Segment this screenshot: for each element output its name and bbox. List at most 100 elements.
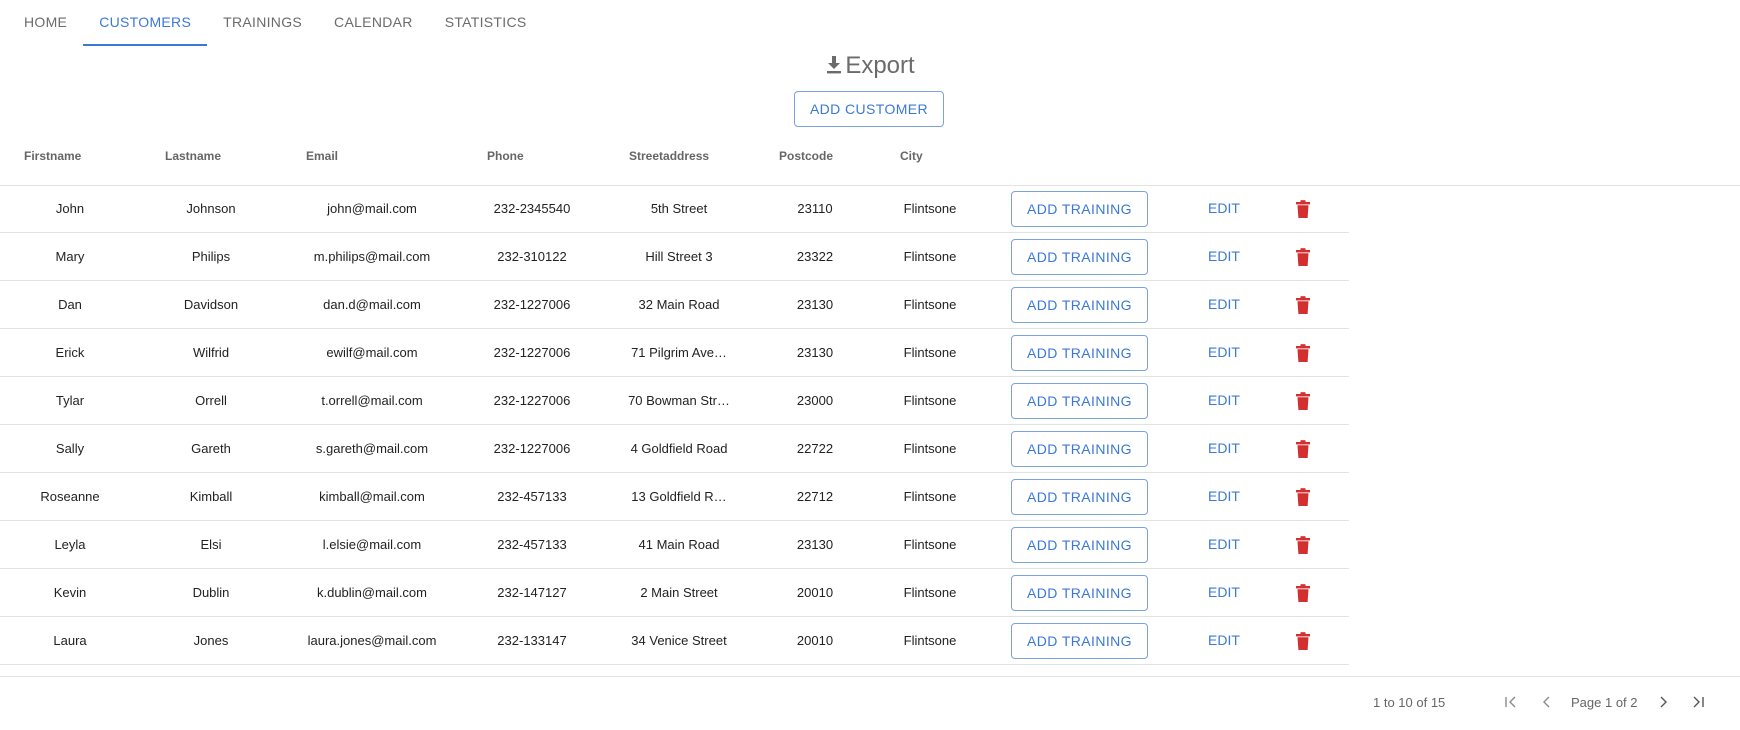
add-training-button[interactable]: ADD TRAINING <box>1011 575 1148 611</box>
cell-postcode: 23130 <box>796 537 834 552</box>
cell-lastname: Elsi <box>200 537 222 552</box>
add-training-button[interactable]: ADD TRAINING <box>1011 479 1148 515</box>
pagination-summary: 1 to 10 of 15 <box>1373 695 1446 710</box>
add-training-button[interactable]: ADD TRAINING <box>1011 191 1148 227</box>
edit-button[interactable]: EDIT <box>1190 473 1258 520</box>
cell-lastname: Johnson <box>186 201 236 216</box>
cell-email: s.gareth@mail.com <box>315 441 429 456</box>
cell-postcode: 22722 <box>796 441 834 456</box>
cell-postcode: 20010 <box>796 585 834 600</box>
column-header-firstname[interactable]: Firstname <box>24 141 81 185</box>
add-training-button[interactable]: ADD TRAINING <box>1011 335 1148 371</box>
column-header-phone[interactable]: Phone <box>487 141 524 185</box>
cell-firstname: Roseanne <box>40 489 100 504</box>
table-row: Dan Davidson dan.d@mail.com 232-1227006 … <box>0 281 1349 329</box>
cell-email: ewilf@mail.com <box>326 345 418 360</box>
tab-calendar[interactable]: CALENDAR <box>318 0 429 44</box>
edit-button[interactable]: EDIT <box>1190 569 1258 616</box>
tab-statistics[interactable]: STATISTICS <box>429 0 543 44</box>
cell-city: Flintsone <box>903 393 957 408</box>
cell-firstname: John <box>55 201 85 216</box>
cell-email: dan.d@mail.com <box>323 297 421 312</box>
table-header: Firstname Lastname Email Phone Streetadd… <box>0 141 1740 186</box>
first-page-button[interactable] <box>1499 690 1523 714</box>
add-training-button[interactable]: ADD TRAINING <box>1011 287 1148 323</box>
cell-lastname: Kimball <box>189 489 233 504</box>
cell-firstname: Tylar <box>55 393 85 408</box>
cell-postcode: 23110 <box>797 201 833 216</box>
cell-email: kimball@mail.com <box>319 489 425 504</box>
cell-street: 34 Venice Street <box>631 633 727 648</box>
trash-icon[interactable] <box>1293 439 1313 459</box>
tab-customers[interactable]: CUSTOMERS <box>83 0 208 46</box>
column-header-city[interactable]: City <box>900 141 923 185</box>
edit-button[interactable]: EDIT <box>1190 185 1258 232</box>
edit-button[interactable]: EDIT <box>1190 617 1258 664</box>
cell-city: Flintsone <box>903 201 957 216</box>
cell-lastname: Philips <box>191 249 231 264</box>
trash-icon[interactable] <box>1293 343 1313 363</box>
trash-icon[interactable] <box>1293 247 1313 267</box>
column-header-email[interactable]: Email <box>306 141 338 185</box>
cell-street: 2 Main Street <box>640 585 718 600</box>
edit-button[interactable]: EDIT <box>1190 377 1258 424</box>
edit-button[interactable]: EDIT <box>1190 329 1258 376</box>
cell-firstname: Dan <box>58 297 82 312</box>
cell-street: 4 Goldfield Road <box>630 441 728 456</box>
cell-phone: 232-147127 <box>497 585 567 600</box>
add-customer-button[interactable]: ADD CUSTOMER <box>794 91 944 127</box>
column-header-lastname[interactable]: Lastname <box>165 141 221 185</box>
cell-lastname: Orrell <box>195 393 227 408</box>
next-page-button[interactable] <box>1651 690 1675 714</box>
cell-lastname: Davidson <box>183 297 239 312</box>
trash-icon[interactable] <box>1293 391 1313 411</box>
tab-trainings[interactable]: TRAININGS <box>207 0 318 44</box>
cell-city: Flintsone <box>903 441 957 456</box>
table-row: Kevin Dublin k.dublin@mail.com 232-14712… <box>0 569 1349 617</box>
add-training-button[interactable]: ADD TRAINING <box>1011 383 1148 419</box>
cell-street: 32 Main Road <box>638 297 720 312</box>
cell-city: Flintsone <box>903 585 957 600</box>
trash-icon[interactable] <box>1293 295 1313 315</box>
export-label: Export <box>845 52 915 79</box>
page-indicator: Page 1 of 2 <box>1571 695 1638 710</box>
export-button[interactable]: Export <box>0 52 1740 80</box>
cell-postcode: 22712 <box>796 489 834 504</box>
download-icon <box>827 56 842 74</box>
cell-street: 70 Bowman Str… <box>628 393 730 408</box>
cell-email: k.dublin@mail.com <box>316 585 427 600</box>
cell-street: 71 Pilgrim Ave… <box>631 345 727 360</box>
trash-icon[interactable] <box>1293 487 1313 507</box>
edit-button[interactable]: EDIT <box>1190 425 1258 472</box>
last-page-button[interactable] <box>1686 690 1710 714</box>
tab-home[interactable]: HOME <box>8 0 83 44</box>
column-header-streetaddress[interactable]: Streetaddress <box>629 141 709 185</box>
trash-icon[interactable] <box>1293 535 1313 555</box>
trash-icon[interactable] <box>1293 199 1313 219</box>
cell-city: Flintsone <box>903 489 957 504</box>
next-page-icon <box>1660 696 1667 708</box>
cell-street: 5th Street <box>650 201 708 216</box>
previous-page-button[interactable] <box>1535 690 1559 714</box>
add-training-button[interactable]: ADD TRAINING <box>1011 239 1148 275</box>
cell-email: m.philips@mail.com <box>313 249 431 264</box>
add-training-button[interactable]: ADD TRAINING <box>1011 623 1148 659</box>
trash-icon[interactable] <box>1293 583 1313 603</box>
edit-button[interactable]: EDIT <box>1190 281 1258 328</box>
cell-phone: 232-1227006 <box>493 345 571 360</box>
cell-firstname: Kevin <box>53 585 87 600</box>
cell-postcode: 23130 <box>796 345 834 360</box>
table-row: Erick Wilfrid ewilf@mail.com 232-1227006… <box>0 329 1349 377</box>
edit-button[interactable]: EDIT <box>1190 521 1258 568</box>
cell-firstname: Mary <box>55 249 85 264</box>
edit-button[interactable]: EDIT <box>1190 233 1258 280</box>
cell-city: Flintsone <box>903 537 957 552</box>
add-training-button[interactable]: ADD TRAINING <box>1011 431 1148 467</box>
column-header-postcode[interactable]: Postcode <box>779 141 833 185</box>
table-row: Mary Philips m.philips@mail.com 232-3101… <box>0 233 1349 281</box>
cell-lastname: Jones <box>193 633 229 648</box>
add-training-button[interactable]: ADD TRAINING <box>1011 527 1148 563</box>
trash-icon[interactable] <box>1293 631 1313 651</box>
cell-phone: 232-1227006 <box>493 441 571 456</box>
table-row: Sally Gareth s.gareth@mail.com 232-12270… <box>0 425 1349 473</box>
